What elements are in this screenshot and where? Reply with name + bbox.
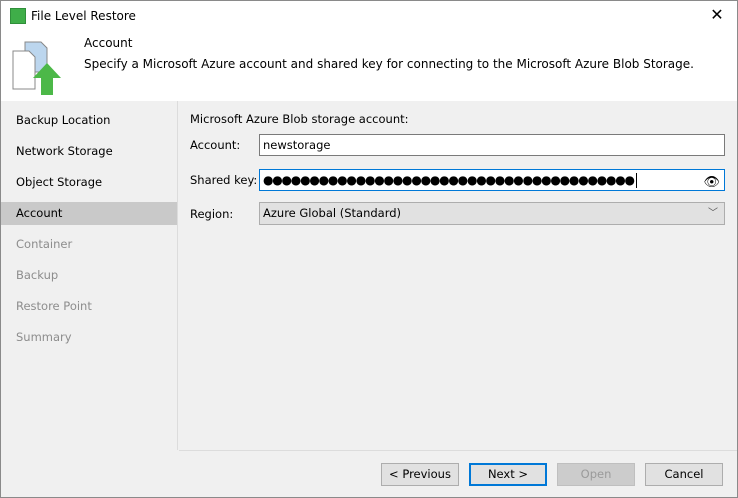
title-bar: File Level Restore ✕ xyxy=(1,1,737,31)
close-icon[interactable]: ✕ xyxy=(705,4,729,28)
nav-item-restore-point: Restore Point xyxy=(16,299,92,313)
cancel-button[interactable]: Cancel xyxy=(645,463,723,486)
region-label: Region: xyxy=(190,207,234,221)
nav-item-backup: Backup xyxy=(16,268,59,282)
nav-item-container: Container xyxy=(16,237,73,251)
footer-divider xyxy=(179,450,737,451)
app-icon xyxy=(10,8,26,24)
restore-document-icon xyxy=(12,41,61,95)
account-form: Microsoft Azure Blob storage account: Ac… xyxy=(179,101,737,450)
region-value: Azure Global (Standard) xyxy=(263,206,402,220)
shared-key-value: ●●●●●●●●●●●●●●●●●●●●●●●●●●●●●●●●●●●●●●●● xyxy=(263,173,635,187)
nav-item-summary: Summary xyxy=(16,330,72,344)
window-title: File Level Restore xyxy=(31,9,136,23)
wizard-header: Account Specify a Microsoft Azure accoun… xyxy=(1,31,737,101)
account-label: Account: xyxy=(190,138,241,152)
nav-item-object-storage[interactable]: Object Storage xyxy=(1,171,177,194)
section-label: Microsoft Azure Blob storage account: xyxy=(190,112,409,126)
nav-item-account[interactable]: Account xyxy=(1,202,177,225)
file-level-restore-window: File Level Restore ✕ Account Specify a M… xyxy=(0,0,738,498)
shared-key-input[interactable]: ●●●●●●●●●●●●●●●●●●●●●●●●●●●●●●●●●●●●●●●●… xyxy=(259,169,725,191)
account-input[interactable]: newstorage xyxy=(259,134,725,156)
region-select[interactable]: Azure Global (Standard) ﹀ xyxy=(259,202,725,225)
step-description: Specify a Microsoft Azure account and sh… xyxy=(84,57,694,71)
open-button: Open xyxy=(557,463,635,486)
chevron-down-icon: ﹀ xyxy=(708,208,718,219)
shared-key-label: Shared key: xyxy=(190,173,258,187)
nav-item-backup-location[interactable]: Backup Location xyxy=(1,109,177,132)
nav-item-network-storage[interactable]: Network Storage xyxy=(1,140,177,163)
next-button[interactable]: Next > xyxy=(469,463,547,486)
wizard-steps-nav: Backup Location Network Storage Object S… xyxy=(1,101,178,450)
previous-button[interactable]: < Previous xyxy=(381,463,459,486)
step-title: Account xyxy=(84,36,133,50)
show-password-eye-icon[interactable]: 👁 xyxy=(703,173,720,193)
